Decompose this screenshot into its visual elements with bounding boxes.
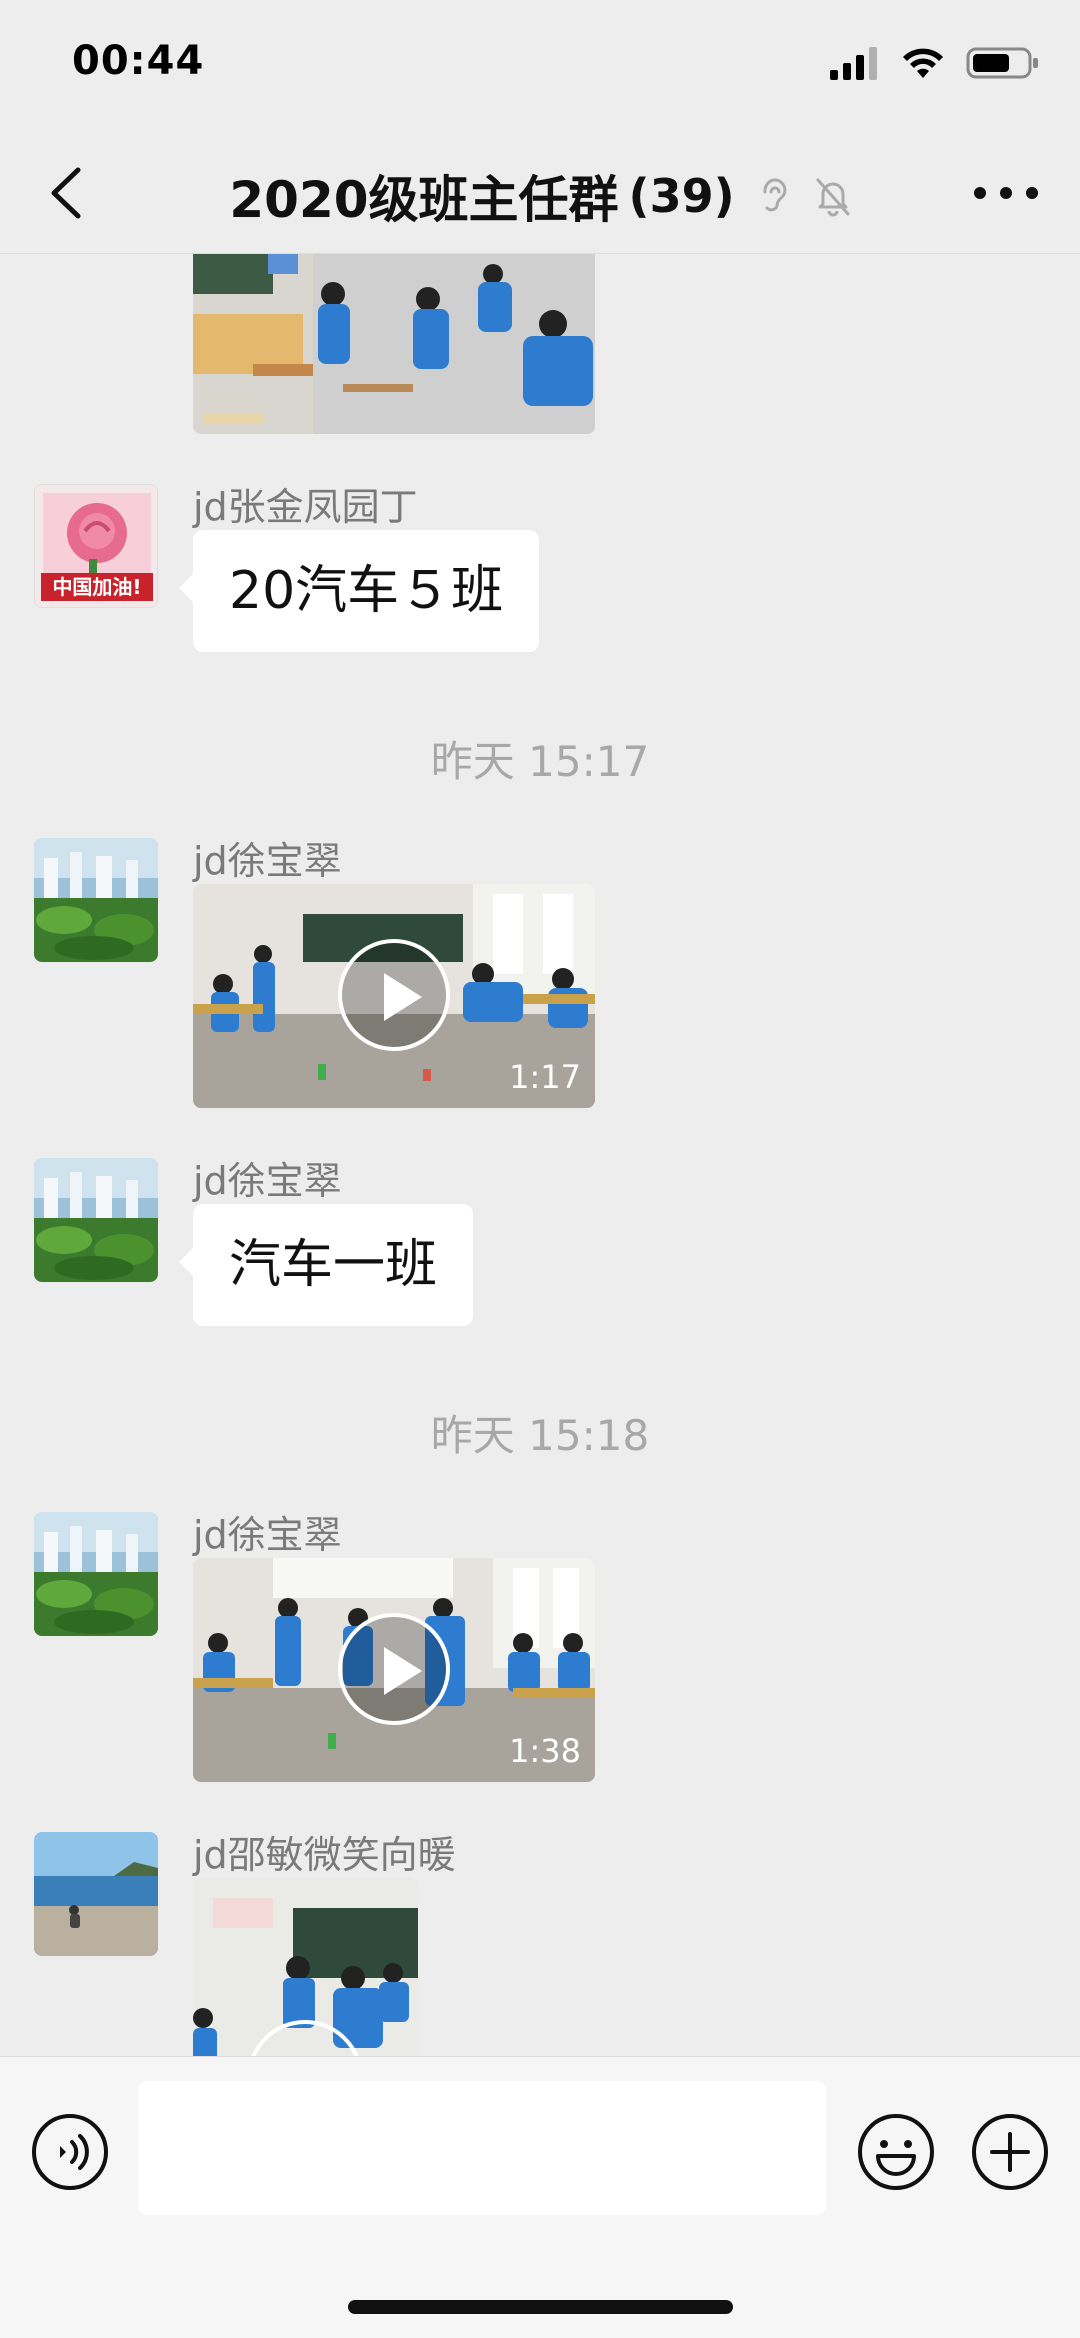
ear-icon xyxy=(763,178,787,212)
timestamp: 昨天 15:18 xyxy=(430,1411,650,1460)
sender-name: jd徐宝翠 xyxy=(193,839,342,883)
video-thumbnail[interactable] xyxy=(193,1878,418,2056)
wifi-icon xyxy=(903,48,943,78)
chat-title: 2020级班主任群 xyxy=(229,171,619,229)
voice-icon[interactable] xyxy=(30,2112,110,2192)
sender-name: jd徐宝翠 xyxy=(193,1513,342,1557)
video-duration: 1:17 xyxy=(509,1058,581,1096)
chat-scroll-area[interactable]: 中国加油! jd张金凤园丁 20汽车５班 昨天 15:17 jd徐宝翠 1:17… xyxy=(0,254,1080,2056)
video-thumbnail[interactable]: 1:38 xyxy=(193,1558,595,1782)
message-bubble[interactable]: 20汽车５班 xyxy=(178,530,540,652)
sender-name: jd张金凤园丁 xyxy=(193,485,418,529)
status-time: 00:44 xyxy=(72,38,205,84)
avatar[interactable] xyxy=(34,1512,158,1636)
bell-off-icon xyxy=(816,178,850,217)
message-input[interactable] xyxy=(138,2081,826,2215)
video-thumbnail[interactable]: 1:17 xyxy=(193,884,595,1108)
plus-icon[interactable] xyxy=(970,2112,1050,2192)
video-duration: 1:38 xyxy=(509,1732,581,1770)
home-indicator[interactable] xyxy=(348,2300,733,2314)
battery-icon xyxy=(966,47,1038,79)
nav-title-group[interactable]: 2020级班主任群 (39) xyxy=(0,160,1080,232)
member-count: (39) xyxy=(628,169,735,223)
emoji-icon[interactable] xyxy=(856,2112,936,2192)
sender-name: jd邵敏微笑向暖 xyxy=(193,1833,456,1877)
input-bar xyxy=(0,2056,1080,2338)
avatar[interactable] xyxy=(34,1158,158,1282)
image-thumbnail[interactable] xyxy=(193,254,595,434)
status-bar: 00:44 xyxy=(0,0,1080,132)
timestamp: 昨天 15:17 xyxy=(430,737,650,786)
play-icon[interactable] xyxy=(338,939,450,1051)
nav-bar: 2020级班主任群 (39) xyxy=(0,132,1080,254)
avatar[interactable] xyxy=(34,838,158,962)
avatar[interactable] xyxy=(34,1832,158,1956)
avatar[interactable]: 中国加油! xyxy=(34,484,158,608)
sender-name: jd徐宝翠 xyxy=(193,1159,342,1203)
signal-icon xyxy=(830,47,877,80)
status-icons xyxy=(830,46,1040,80)
more-icon[interactable] xyxy=(972,182,1040,204)
message-bubble[interactable]: 汽车一班 xyxy=(178,1204,474,1326)
avatar-badge: 中国加油! xyxy=(52,575,141,599)
play-icon[interactable] xyxy=(338,1613,450,1725)
